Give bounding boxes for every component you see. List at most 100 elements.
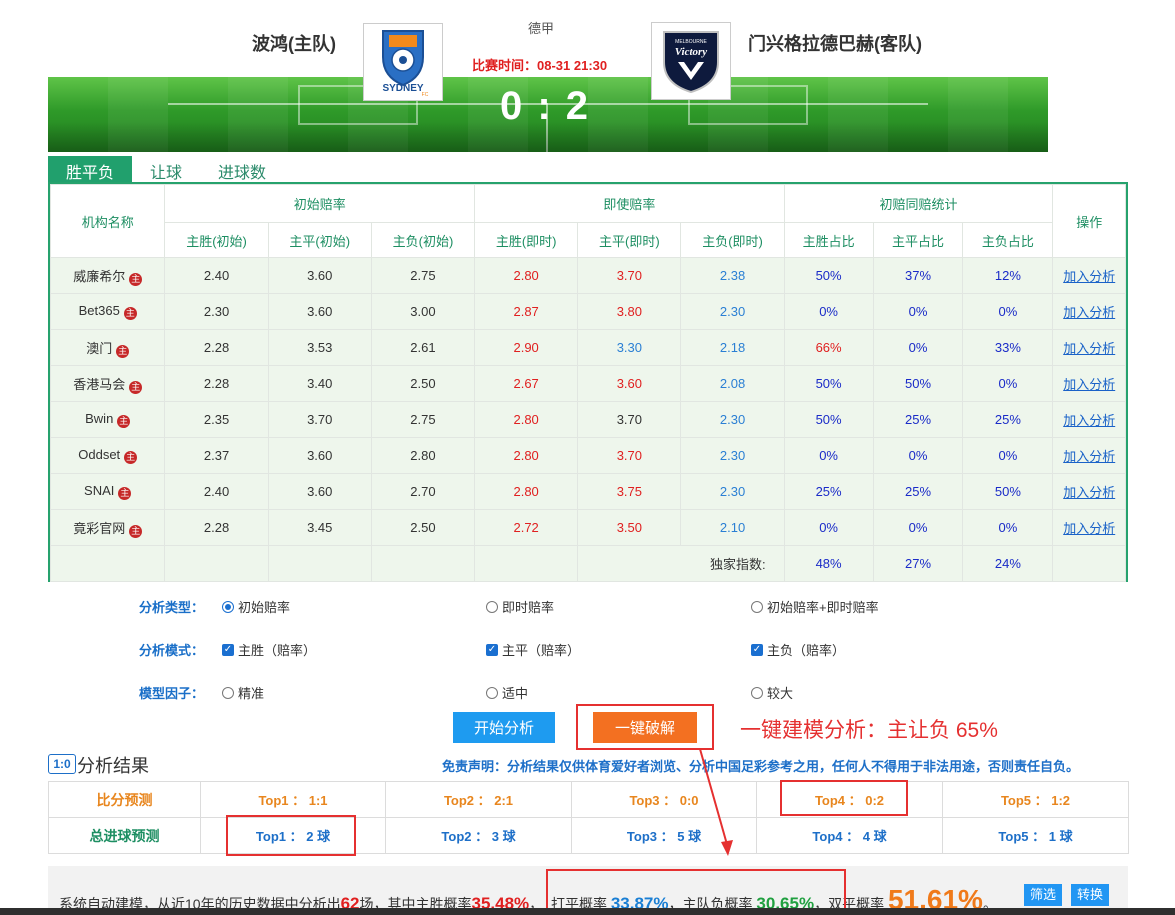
initial-odds: 3.70 [267, 401, 372, 438]
subheader: 主负(即时) [680, 222, 785, 258]
bookmaker-name: Bet365 主 [49, 293, 166, 330]
radio-icon[interactable] [751, 600, 763, 613]
initial-odds: 3.60 [267, 257, 372, 294]
live-odds: 3.70 [577, 437, 682, 474]
radio-icon[interactable] [751, 686, 763, 699]
zhu-badge-icon: 主 [129, 380, 143, 394]
goals-top3: Top3 ： 5 球 [571, 817, 757, 854]
odds-row: 香港马会主 2.28 3.40 2.50 2.67 3.60 2.08 50% 50% 0% 加入分… [49, 365, 1126, 402]
radio-large[interactable]: 较大 [751, 683, 793, 702]
convert-button[interactable]: 转换 [1071, 884, 1109, 906]
radio-live-odds[interactable]: 即时赔率 [486, 597, 554, 616]
percentage: 0% [783, 293, 874, 330]
tab-win-draw-lose[interactable]: 胜平负 [48, 156, 133, 182]
radio-initial-odds[interactable]: 初始赔率 [222, 597, 290, 616]
zhu-badge-icon: 主 [129, 272, 143, 286]
live-odds: 2.30 [680, 437, 785, 474]
one-click-crack-button[interactable]: 一键破解 [593, 712, 697, 743]
subheader: 主平占比 [872, 222, 964, 258]
highlight-frame [226, 815, 356, 856]
add-analysis-link[interactable]: 加入分析 [1063, 413, 1115, 428]
checkbox-checked-icon[interactable]: ✓ [222, 643, 234, 656]
goals-prediction-label: 总进球预测 [48, 817, 201, 854]
away-team-name: 门兴格拉德巴赫(客队) [748, 34, 922, 54]
add-analysis-link[interactable]: 加入分析 [1063, 449, 1115, 464]
live-odds: 2.67 [474, 365, 579, 402]
initial-odds: 2.40 [164, 257, 269, 294]
radio-icon[interactable] [486, 686, 498, 699]
filter-button[interactable]: 筛选 [1024, 884, 1062, 906]
percentage: 50% [783, 401, 874, 438]
score-prediction-row: 比分预测 Top1 ： 1:1 Top2 ： 2:1 Top3 ： 0:0 To… [48, 781, 1129, 818]
add-analysis-link[interactable]: 加入分析 [1063, 341, 1115, 356]
analysis-mode-row: 分析模式： ✓ 主胜（赔率） ✓ 主平（赔率） ✓ 主负（赔率） [132, 640, 1122, 660]
percentage: 0% [872, 293, 964, 330]
initial-odds: 2.80 [370, 437, 476, 474]
add-analysis-cell: 加入分析 [1052, 473, 1126, 510]
zhu-badge-icon: 主 [117, 415, 131, 428]
goals-top5: Top5 ： 1 球 [942, 817, 1129, 854]
annotation-text: 一键建模分析：主让负 65% [740, 719, 998, 742]
check-home-win[interactable]: ✓ 主胜（赔率） [222, 640, 316, 659]
check-home-loss[interactable]: ✓ 主负（赔率） [751, 640, 845, 659]
radio-icon[interactable] [486, 600, 498, 613]
add-analysis-link[interactable]: 加入分析 [1063, 485, 1115, 500]
bookmaker-name: 竟彩官网主 [49, 509, 166, 546]
tab-handicap[interactable]: 让球 [132, 156, 200, 182]
live-odds: 2.30 [680, 473, 785, 510]
subheader: 主负占比 [962, 222, 1054, 258]
check-draw[interactable]: ✓ 主平（赔率） [486, 640, 580, 659]
checkbox-checked-icon[interactable]: ✓ [486, 643, 498, 656]
zhu-badge-icon: 主 [118, 487, 132, 500]
live-odds: 3.30 [577, 329, 682, 366]
initial-odds: 2.40 [164, 473, 269, 510]
score-prediction-label: 比分预测 [48, 781, 201, 818]
add-analysis-link[interactable]: 加入分析 [1063, 521, 1115, 536]
live-odds: 2.80 [474, 257, 579, 294]
subheader: 主胜占比 [783, 222, 874, 258]
exclusive-label: 独家指数: [577, 545, 785, 582]
percentage: 66% [783, 329, 874, 366]
checkbox-checked-icon[interactable]: ✓ [751, 643, 763, 656]
add-analysis-cell: 加入分析 [1052, 329, 1126, 366]
percentage: 50% [783, 257, 874, 294]
radio-both-odds[interactable]: 初始赔率+即时赔率 [751, 597, 879, 616]
start-analysis-button[interactable]: 开始分析 [453, 712, 555, 743]
percentage: 0% [872, 437, 964, 474]
action-header: 操作 [1052, 184, 1126, 258]
add-analysis-link[interactable]: 加入分析 [1063, 269, 1115, 284]
live-odds: 2.72 [474, 509, 579, 546]
initial-odds: 2.75 [370, 257, 476, 294]
zhu-badge-icon: 主 [123, 307, 137, 320]
live-odds: 2.80 [474, 437, 579, 474]
disclaimer: 免责声明：分析结果仅供体育爱好者浏览、分析中国足彩参考之用，任何人不得用于非法用… [442, 759, 1080, 774]
bookmaker-name: Bwin 主 [49, 401, 166, 438]
initial-odds: 2.28 [164, 509, 269, 546]
results-table: 比分预测 Top1 ： 1:1 Top2 ： 2:1 Top3 ： 0:0 To… [48, 781, 1129, 854]
add-analysis-link[interactable]: 加入分析 [1063, 305, 1115, 320]
model-factor-label: 模型因子： [139, 686, 205, 701]
subheader: 主胜(初始) [164, 222, 269, 258]
score-icon: 1:0 [48, 754, 76, 774]
add-analysis-link[interactable]: 加入分析 [1063, 377, 1115, 392]
radio-moderate[interactable]: 适中 [486, 683, 528, 702]
radio-icon[interactable] [222, 686, 234, 699]
zhu-badge-icon: 主 [124, 451, 138, 464]
radio-icon[interactable] [222, 600, 234, 613]
score-top3: Top3 ： 0:0 [571, 781, 757, 818]
svg-text:FC: FC [422, 92, 429, 97]
exclusive-home-loss: 24% [962, 545, 1054, 582]
initial-odds: 3.60 [267, 437, 372, 474]
radio-precise[interactable]: 精准 [222, 683, 264, 702]
away-team-logo: MELBOURNE Victory [651, 22, 731, 100]
live-odds: 2.80 [474, 401, 579, 438]
percentage: 25% [872, 473, 964, 510]
odds-table-container: 机构名称 初始赔率 即使赔率 初赔同赔统计 操作 主胜(初始) 主平(初始) 主… [48, 182, 1128, 582]
footer-bar [0, 908, 1175, 915]
initial-odds: 2.28 [164, 365, 269, 402]
initial-odds: 2.70 [370, 473, 476, 510]
tab-total-goals[interactable]: 进球数 [200, 156, 284, 182]
percentage: 50% [783, 365, 874, 402]
initial-odds: 2.37 [164, 437, 269, 474]
goals-top2: Top2 ： 3 球 [385, 817, 572, 854]
